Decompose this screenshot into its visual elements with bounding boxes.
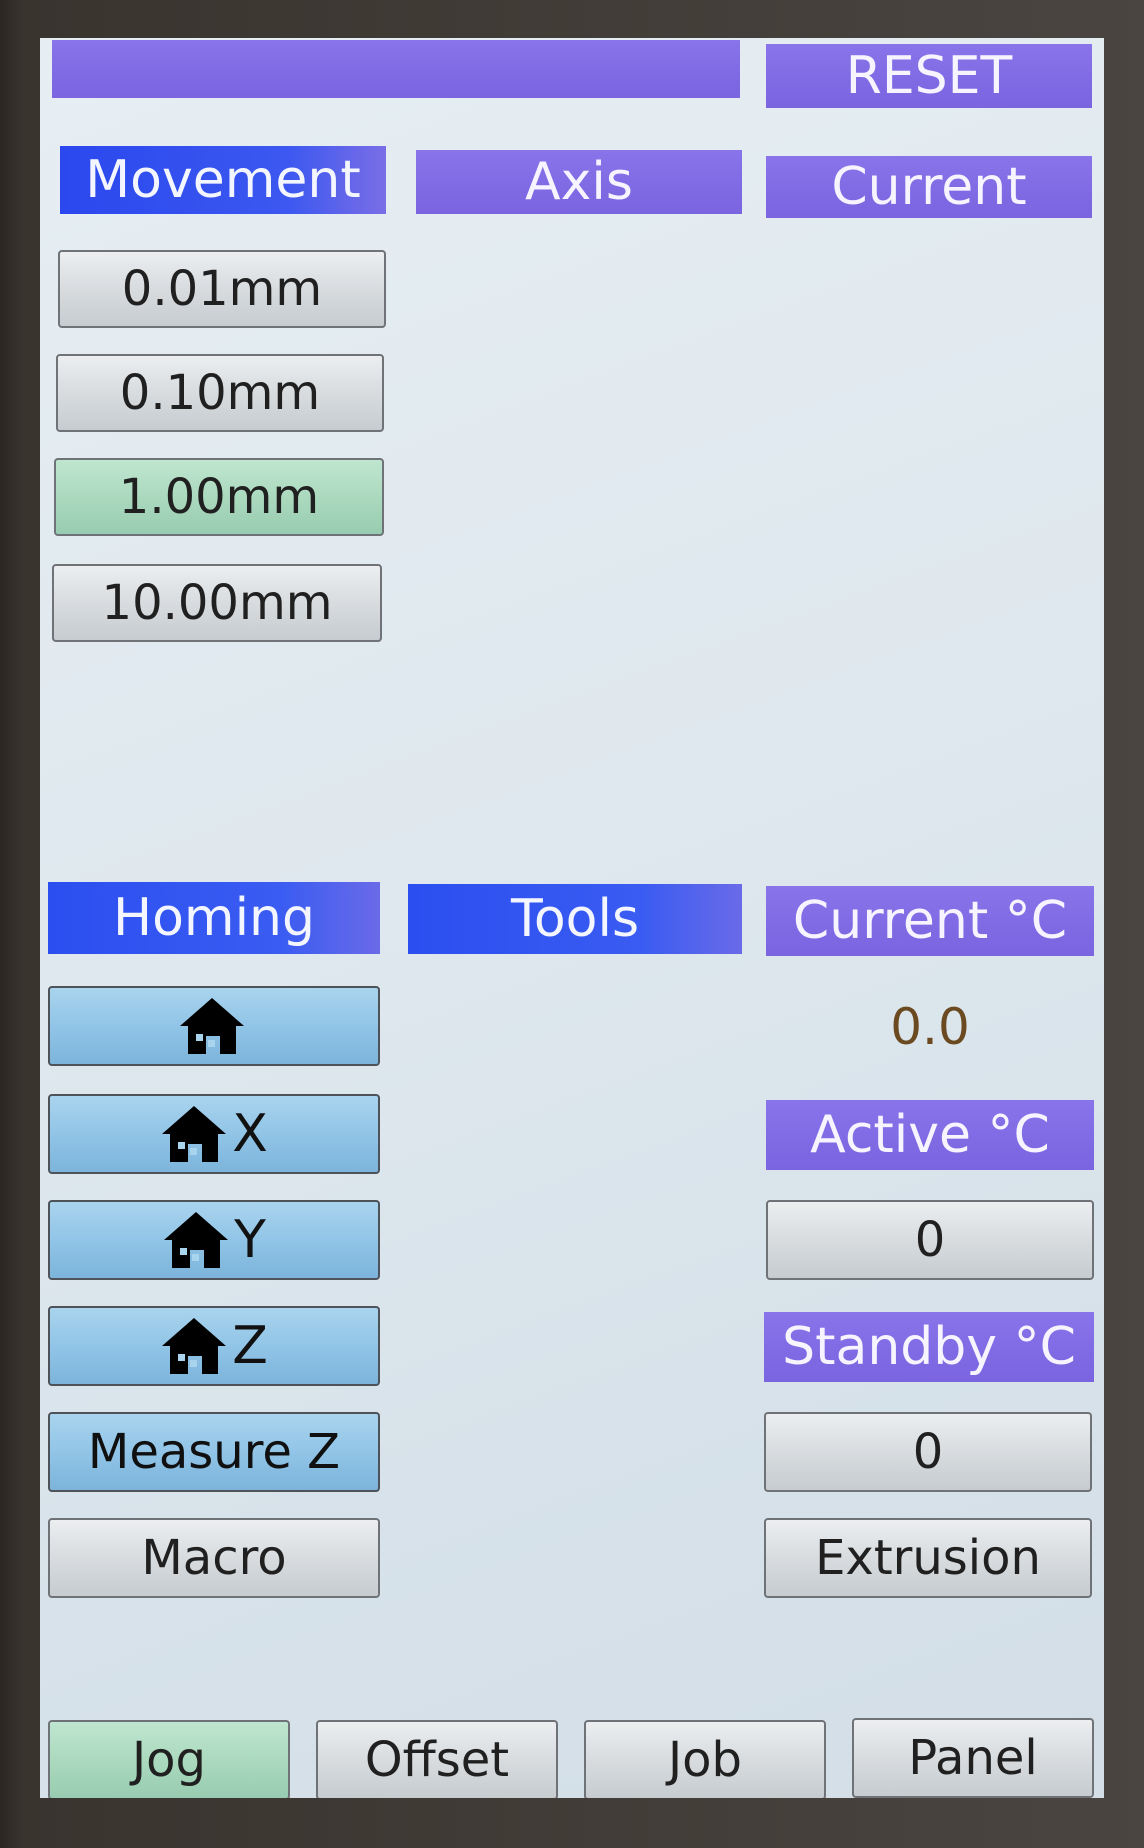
current-header: Current <box>766 156 1092 218</box>
step-10-00mm-button[interactable]: 10.00mm <box>52 564 382 642</box>
tools-header: Tools <box>408 884 742 954</box>
home-icon <box>162 1106 227 1162</box>
extrusion-button[interactable]: Extrusion <box>764 1518 1092 1598</box>
macro-button[interactable]: Macro <box>48 1518 380 1598</box>
home-y-label: Y <box>234 1210 266 1270</box>
current-temp-header: Current °C <box>766 886 1094 956</box>
reset-button[interactable]: RESET <box>766 44 1092 108</box>
active-temp-input[interactable]: 0 <box>766 1200 1094 1280</box>
standby-temp-header: Standby °C <box>764 1312 1094 1382</box>
home-icon <box>164 1212 229 1268</box>
touch-screen: RESET Movement Axis Current 0.01mm 0.10m… <box>40 38 1104 1798</box>
step-0-01mm-button[interactable]: 0.01mm <box>58 250 386 328</box>
home-z-button[interactable]: Z <box>48 1306 380 1386</box>
tab-jog[interactable]: Jog <box>48 1720 290 1798</box>
axis-header: Axis <box>416 150 742 214</box>
step-0-10mm-button[interactable]: 0.10mm <box>56 354 384 432</box>
home-icon <box>162 1318 227 1374</box>
home-x-label: X <box>232 1104 268 1164</box>
movement-header: Movement <box>60 146 386 214</box>
home-x-button[interactable]: X <box>48 1094 380 1174</box>
status-bar <box>52 40 740 98</box>
home-icon <box>180 998 244 1054</box>
step-1-00mm-button[interactable]: 1.00mm <box>54 458 384 536</box>
tab-panel[interactable]: Panel <box>852 1718 1094 1798</box>
tab-offset[interactable]: Offset <box>316 1720 558 1798</box>
measure-z-button[interactable]: Measure Z <box>48 1412 380 1492</box>
homing-header: Homing <box>48 882 380 954</box>
home-y-button[interactable]: Y <box>48 1200 380 1280</box>
home-all-button[interactable] <box>48 986 380 1066</box>
current-temp-value: 0.0 <box>890 998 970 1056</box>
active-temp-header: Active °C <box>766 1100 1094 1170</box>
standby-temp-input[interactable]: 0 <box>764 1412 1092 1492</box>
home-z-label: Z <box>232 1316 268 1376</box>
tab-job[interactable]: Job <box>584 1720 826 1798</box>
